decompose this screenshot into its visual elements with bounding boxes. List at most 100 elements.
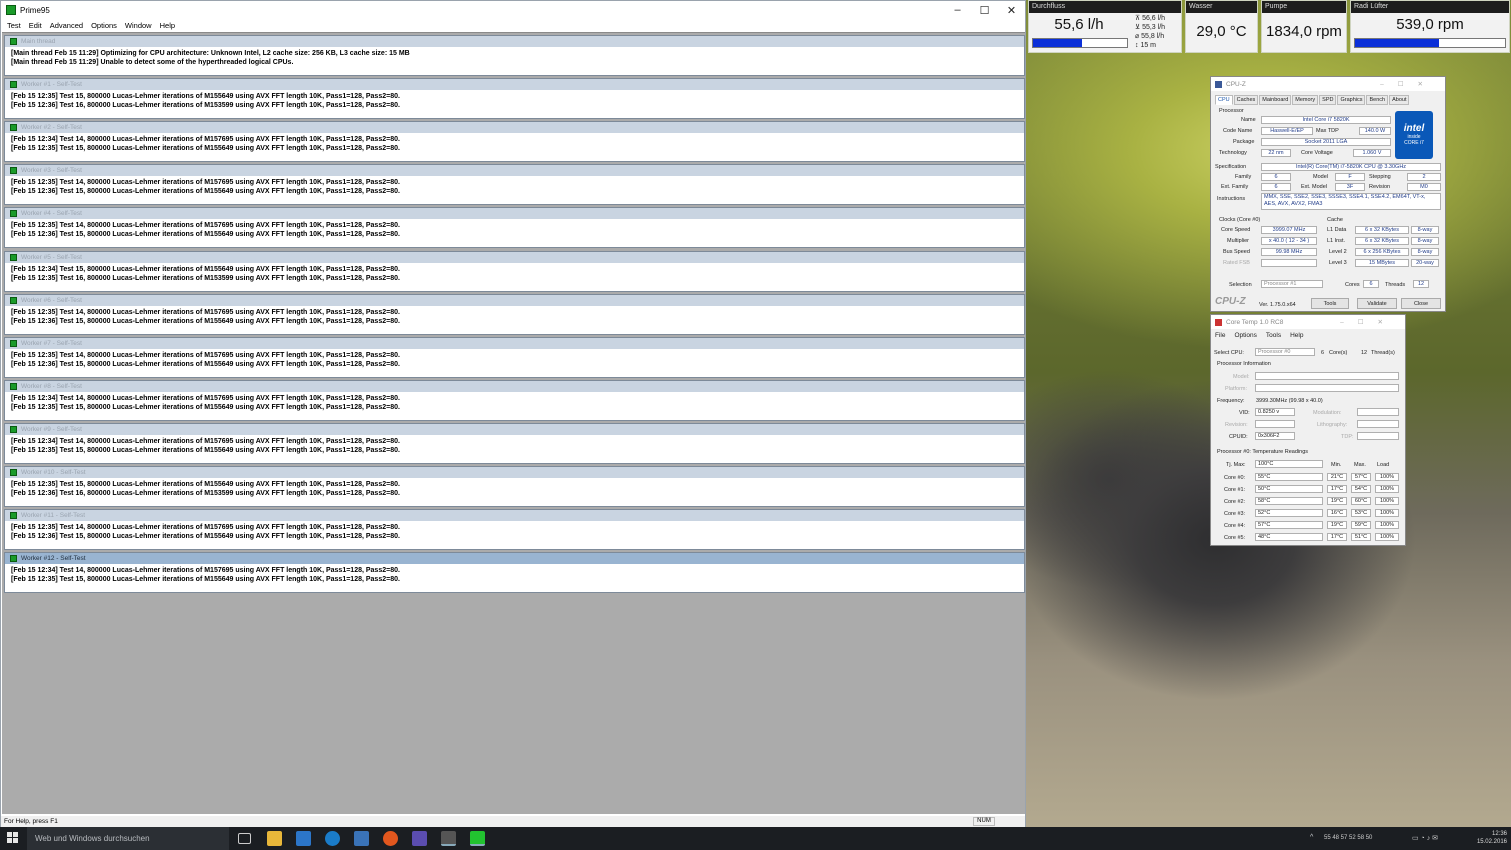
worker-caption[interactable]: Main thread — [5, 36, 1024, 47]
tools-button[interactable]: Tools — [1311, 298, 1349, 309]
menu-test[interactable]: Test — [7, 21, 21, 30]
menu-advanced[interactable]: Advanced — [50, 21, 83, 30]
ct-cores-label: Core(s) — [1329, 350, 1348, 356]
log-line: [Feb 15 12:35] Test 14, 800000 Lucas-Leh… — [11, 351, 400, 359]
ct-model-label: Model: — [1233, 374, 1250, 380]
worker-window[interactable]: Worker #8 - Self-Test [Feb 15 12:34] Test… — [4, 379, 1025, 421]
worker-window[interactable]: Worker #3 - Self-Test [Feb 15 12:35] Test… — [4, 164, 1025, 206]
prime95-taskbar-icon[interactable] — [470, 831, 485, 846]
close-button[interactable]: Close — [1401, 298, 1441, 309]
ct-menu-file[interactable]: File — [1215, 332, 1225, 339]
worker-window[interactable]: Worker #7 - Self-Test [Feb 15 12:35] Test… — [4, 336, 1025, 378]
col-min: Min. — [1331, 462, 1342, 468]
menu-edit[interactable]: Edit — [29, 21, 42, 30]
tray-clock[interactable]: 12:36 15.02.2016 — [1477, 830, 1507, 846]
coretemp-window-controls[interactable]: –☐✕ — [1340, 318, 1397, 326]
tray-chevron-icon[interactable]: ^ — [1310, 834, 1313, 841]
calculator-icon[interactable] — [354, 831, 369, 846]
menu-options[interactable]: Options — [91, 21, 117, 30]
store-icon[interactable] — [296, 831, 311, 846]
windows-start-icon[interactable] — [7, 832, 19, 844]
flow-stats: ⊼ 56,6 l/h ⊻ 55,3 l/h ⌀ 55,8 l/h ↕ 15 m — [1135, 14, 1165, 50]
task-view-icon[interactable] — [238, 833, 251, 844]
worker-window[interactable]: Worker #12 - Self-Test [Feb 15 12:34] Tes… — [4, 552, 1025, 594]
name-label: Name — [1241, 117, 1256, 123]
cpuz-version: Ver. 1.75.0.x64 — [1259, 302, 1296, 308]
worker-icon — [10, 296, 17, 304]
app-icon-purple[interactable] — [412, 831, 427, 846]
browser-edge-icon[interactable] — [325, 831, 340, 846]
worker-window[interactable]: Worker #5 - Self-Test [Feb 15 12:34] Test… — [4, 250, 1025, 292]
ct-cpuid-value: 0x306F2 — [1255, 432, 1295, 440]
tab-about[interactable]: About — [1389, 95, 1410, 105]
flow-max: ⊼ 56,6 l/h — [1135, 15, 1166, 22]
worker-caption[interactable]: Worker #11 - Self-Test — [5, 510, 1024, 522]
worker-caption[interactable]: Worker #9 - Self-Test — [5, 423, 1024, 435]
l1inst-value: 6 x 32 KBytes — [1355, 237, 1409, 245]
worker-caption[interactable]: Worker #7 - Self-Test — [5, 337, 1024, 349]
worker-caption[interactable]: Worker #6 - Self-Test — [5, 294, 1024, 306]
selectcpu-label: Select CPU: — [1214, 350, 1244, 356]
worker-window[interactable]: Worker #10 - Self-Test [Feb 15 12:35] Tes… — [4, 466, 1025, 507]
ct-menu-tools[interactable]: Tools — [1266, 332, 1281, 339]
firefox-icon[interactable] — [383, 831, 398, 846]
technology-value: 22 nm — [1261, 149, 1291, 157]
ct-menu-options[interactable]: Options — [1234, 332, 1256, 339]
worker-caption[interactable]: Worker #10 - Self-Test — [5, 467, 1024, 478]
cpuz-titlebar[interactable]: CPU-Z –☐✕ — [1211, 77, 1445, 91]
tab-spd[interactable]: SPD — [1319, 95, 1337, 105]
busspeed-value: 99.98 MHz — [1261, 248, 1317, 256]
ct-modulation-label: Modulation: — [1313, 410, 1342, 416]
cpuz-window-controls[interactable]: –☐✕ — [1380, 80, 1437, 88]
menu-help[interactable]: Help — [160, 21, 175, 30]
prime95-titlebar[interactable]: Prime95 – ☐ ✕ — [1, 1, 1025, 19]
menu-window[interactable]: Window — [125, 21, 152, 30]
worker-window[interactable]: Worker #1 - Self-Test [Feb 15 12:35] Test… — [4, 78, 1025, 120]
minimize-icon[interactable]: – — [944, 4, 971, 17]
tab-cpu[interactable]: CPU — [1215, 95, 1233, 105]
maximize-icon[interactable]: ☐ — [971, 4, 998, 17]
tab-mainboard[interactable]: Mainboard — [1259, 95, 1292, 105]
core-min-value: 19°C — [1327, 521, 1347, 529]
worker-window[interactable]: Worker #6 - Self-Test [Feb 15 12:35] Test… — [4, 293, 1025, 335]
worker-caption[interactable]: Worker #4 - Self-Test — [5, 208, 1024, 220]
worker-caption[interactable]: Worker #1 - Self-Test — [5, 79, 1024, 91]
worker-caption-text: Worker #12 - Self-Test — [21, 555, 86, 563]
l1inst-label: L1 Inst. — [1327, 238, 1346, 244]
worker-icon — [10, 382, 17, 390]
intel-logo-text: intel — [1403, 123, 1425, 134]
worker-caption[interactable]: Worker #12 - Self-Test — [5, 553, 1024, 565]
worker-window[interactable]: Worker #4 - Self-Test [Feb 15 12:35] Test… — [4, 207, 1025, 249]
coretemp-titlebar[interactable]: Core Temp 1.0 RC8 –☐✕ — [1211, 315, 1405, 329]
instructions-line-2: AES, AVX, AVX2, FMA3 — [1264, 201, 1323, 207]
selection-dropdown[interactable]: Processor #1 — [1261, 280, 1323, 288]
cpuz-taskbar-icon[interactable] — [441, 831, 456, 846]
worker-caption[interactable]: Worker #5 - Self-Test — [5, 251, 1024, 263]
main-thread-window[interactable]: Main thread [Main thread Feb 15 11:29] Op… — [4, 35, 1025, 76]
close-icon[interactable]: ✕ — [998, 4, 1025, 17]
tab-graphics[interactable]: Graphics — [1337, 95, 1366, 105]
ct-frequency-value: 3999.30MHz (99.98 x 40.0) — [1256, 398, 1323, 404]
worker-window[interactable]: Worker #11 - Self-Test [Feb 15 12:35] Tes… — [4, 509, 1025, 551]
worker-caption[interactable]: Worker #2 - Self-Test — [5, 122, 1024, 134]
core-row-label: Core #2: — [1224, 499, 1246, 505]
validate-button[interactable]: Validate — [1357, 298, 1397, 309]
ct-menu-help[interactable]: Help — [1290, 332, 1303, 339]
worker-caption-text: Worker #3 - Self-Test — [21, 167, 82, 175]
tab-bench[interactable]: Bench — [1366, 95, 1389, 105]
file-explorer-icon[interactable] — [267, 831, 282, 846]
selectcpu-dropdown[interactable]: Processor #0 — [1255, 348, 1315, 356]
worker-caption-text: Main thread — [21, 38, 56, 45]
worker-window[interactable]: Worker #2 - Self-Test [Feb 15 12:34] Test… — [4, 121, 1025, 163]
worker-caption[interactable]: Worker #8 - Self-Test — [5, 380, 1024, 392]
taskbar-search-input[interactable]: Web und Windows durchsuchen — [27, 827, 229, 850]
tray-icons[interactable]: ▭ ◔ ♪ ✉ — [1412, 834, 1438, 842]
worker-window[interactable]: Worker #9 - Self-Test [Feb 15 12:34] Test… — [4, 422, 1025, 464]
tab-caches[interactable]: Caches — [1233, 95, 1259, 105]
ct-vid-label: VID: — [1239, 410, 1250, 416]
ct-frequency-label: Frequency: — [1217, 398, 1245, 404]
readings-label: Processor #0: Temperature Readings — [1217, 449, 1309, 455]
worker-caption[interactable]: Worker #3 - Self-Test — [5, 165, 1024, 177]
tab-memory[interactable]: Memory — [1292, 95, 1319, 105]
ct-litho-label: Lithography: — [1317, 422, 1348, 428]
